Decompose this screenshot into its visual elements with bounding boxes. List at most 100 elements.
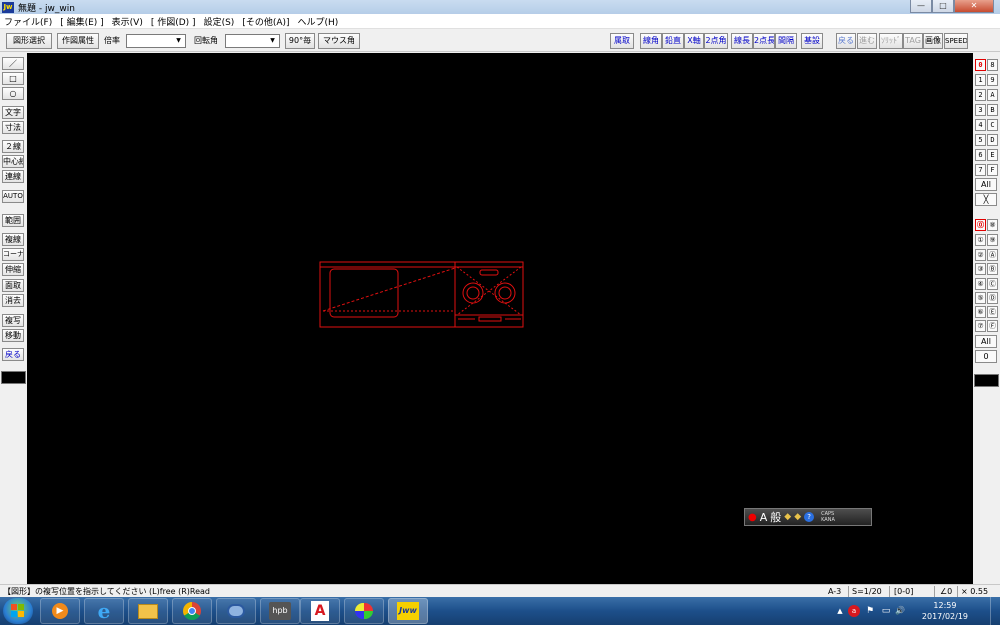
layer-all-button[interactable]: All	[975, 178, 997, 191]
taskbar-explorer[interactable]	[128, 598, 168, 624]
taskbar-jww[interactable]: Jww	[388, 598, 428, 624]
group-8-button[interactable]: ⑧	[987, 219, 998, 231]
line-type-swatch[interactable]	[1, 371, 26, 384]
menu-edit[interactable]: [ 編集(E) ]	[56, 15, 107, 28]
layer-c-button[interactable]: C	[987, 119, 998, 131]
taskbar-acrobat[interactable]: A	[300, 598, 340, 624]
minimize-button[interactable]: —	[910, 0, 932, 13]
start-button[interactable]	[3, 598, 33, 624]
color-swatch[interactable]	[974, 374, 999, 387]
tool-auto[interactable]: AUTO	[2, 190, 24, 203]
group-3-button[interactable]: ③	[975, 263, 986, 275]
line-angle-button[interactable]: 線角	[640, 33, 662, 49]
base-set-button[interactable]: 基設	[801, 33, 823, 49]
layer-8-button[interactable]: 8	[987, 59, 998, 71]
attr-take-button[interactable]: 属取	[610, 33, 634, 49]
layer-b-button[interactable]: B	[987, 104, 998, 116]
tool-erase[interactable]: 消去	[2, 294, 24, 307]
taskbar-paint[interactable]	[344, 598, 384, 624]
title-bar[interactable]: Jw 無題 - jw_win — □ ✕	[0, 0, 1000, 14]
group-a-button[interactable]: Ⓐ	[987, 249, 998, 261]
layer-f-button[interactable]: F	[987, 164, 998, 176]
ime-tool-icon[interactable]: ◆	[794, 512, 801, 522]
drawing-scale[interactable]: S=1/20	[852, 586, 882, 597]
solid-button[interactable]: ｿﾘｯﾄﾞ	[879, 33, 903, 49]
group-7-button[interactable]: ⑦	[975, 320, 986, 332]
layer-a-button[interactable]: A	[987, 89, 998, 101]
tool-move[interactable]: 移動	[2, 329, 24, 342]
ime-mode[interactable]: A	[760, 511, 768, 524]
tag-button[interactable]: TAG	[903, 33, 923, 49]
volume-icon[interactable]: 🔊	[894, 605, 906, 617]
tool-corner[interactable]: コーナー	[2, 248, 24, 261]
ime-language-bar[interactable]: ● A 般 ◆ ◆ ? CAPS KANA	[744, 508, 872, 526]
taskbar-chrome[interactable]	[172, 598, 212, 624]
layer-7-button[interactable]: 7	[975, 164, 986, 176]
angle-90-button[interactable]: 90°毎	[285, 33, 315, 49]
tool-rectangle[interactable]: □	[2, 72, 24, 85]
group-1-button[interactable]: ①	[975, 234, 986, 246]
taskbar-thunderbird[interactable]	[216, 598, 256, 624]
group-2-button[interactable]: ②	[975, 249, 986, 261]
taskbar-hpb[interactable]: hpb	[260, 598, 300, 624]
group-e-button[interactable]: Ⓔ	[987, 306, 998, 318]
maximize-button[interactable]: □	[932, 0, 954, 13]
tool-text[interactable]: 文字	[2, 106, 24, 119]
vertical-button[interactable]: 鉛直	[662, 33, 684, 49]
spacing-button[interactable]: 間隔	[775, 33, 797, 49]
group-6-button[interactable]: ⑥	[975, 306, 986, 318]
tool-copy[interactable]: 複写	[2, 314, 24, 327]
tool-circle[interactable]: ○	[2, 87, 24, 100]
help-icon[interactable]: ?	[804, 512, 815, 522]
network-icon[interactable]: ▭	[880, 605, 892, 617]
action-center-flag-icon[interactable]: ⚑	[864, 605, 876, 617]
tool-continuous-line[interactable]: 連線	[2, 170, 24, 183]
group-c-button[interactable]: Ⓒ	[987, 278, 998, 290]
ime-pad-icon[interactable]: ◆	[784, 512, 791, 522]
close-button[interactable]: ✕	[954, 0, 994, 13]
tool-chamfer[interactable]: 面取	[2, 279, 24, 292]
ime-kanji[interactable]: 般	[770, 509, 781, 525]
tray-chevron-icon[interactable]: ▲	[834, 605, 846, 617]
menu-view[interactable]: 表示(V)	[108, 15, 147, 28]
drawing-canvas[interactable]	[27, 53, 973, 584]
line-length-button[interactable]: 線長	[731, 33, 753, 49]
tool-undo[interactable]: 戻る	[2, 348, 24, 361]
layer-2-button[interactable]: 2	[975, 89, 986, 101]
show-desktop-button[interactable]	[990, 597, 1000, 625]
tool-double-line[interactable]: ２線	[2, 140, 24, 153]
group-5-button[interactable]: ⑤	[975, 292, 986, 304]
group-9-button[interactable]: ⑨	[987, 234, 998, 246]
menu-file[interactable]: ファイル(F)	[0, 15, 56, 28]
layer-1-button[interactable]: 1	[975, 74, 986, 86]
layer-6-button[interactable]: 6	[975, 149, 986, 161]
menu-help[interactable]: ヘルプ(H)	[294, 15, 343, 28]
mouse-angle-button[interactable]: マウス角	[318, 33, 360, 49]
scale-select[interactable]: ▼	[126, 34, 186, 48]
zoom-indicator[interactable]: × 0.55	[961, 586, 988, 597]
two-point-angle-button[interactable]: 2点角	[704, 33, 728, 49]
tool-stretch[interactable]: 伸縮	[2, 263, 24, 276]
layer-indicator[interactable]: [0-0]	[894, 586, 913, 597]
layer-0-button[interactable]: 0	[975, 59, 986, 71]
image-button[interactable]: 画像	[923, 33, 943, 49]
menu-other[interactable]: [その他(A)]	[238, 15, 293, 28]
paper-size[interactable]: A-3	[828, 586, 841, 597]
shape-select-button[interactable]: 図形選択	[6, 33, 52, 49]
layer-d-button[interactable]: D	[987, 134, 998, 146]
tool-offset[interactable]: 複線	[2, 233, 24, 246]
menu-settings[interactable]: 設定(S)	[200, 15, 239, 28]
group-d-button[interactable]: Ⓓ	[987, 292, 998, 304]
group-zero-button[interactable]: 0	[975, 350, 997, 363]
rotation-select[interactable]: ▼	[225, 34, 280, 48]
layer-9-button[interactable]: 9	[987, 74, 998, 86]
speed-button[interactable]: SPEED	[944, 33, 968, 49]
angle-indicator[interactable]: ∠0	[940, 586, 952, 597]
tool-range[interactable]: 範囲	[2, 214, 24, 227]
layer-3-button[interactable]: 3	[975, 104, 986, 116]
taskbar-media-player[interactable]: ▶	[40, 598, 80, 624]
group-f-button[interactable]: Ⓕ	[987, 320, 998, 332]
ime-pin-icon[interactable]: ●	[748, 512, 757, 523]
tool-center-line[interactable]: 中心線	[2, 155, 24, 168]
tool-dimension[interactable]: 寸法	[2, 121, 24, 134]
